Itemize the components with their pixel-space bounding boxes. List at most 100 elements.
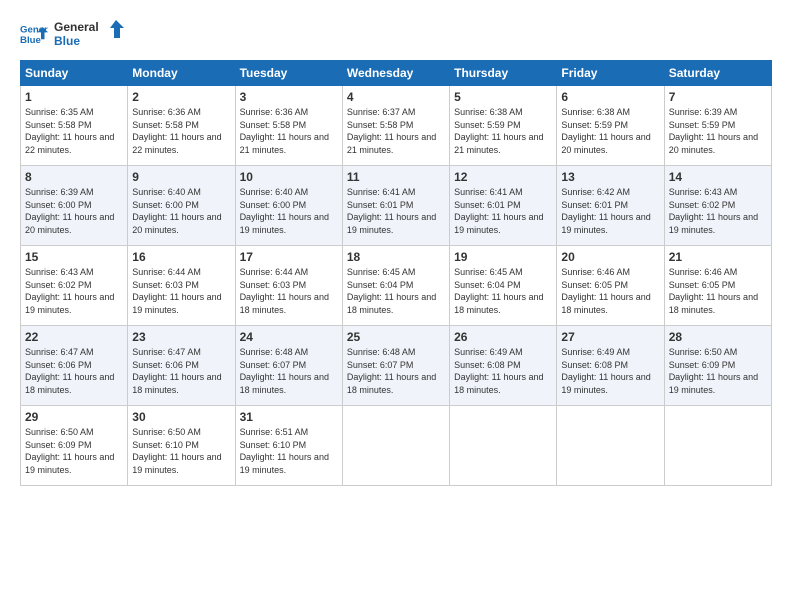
calendar-cell bbox=[342, 406, 449, 486]
cell-info: Sunrise: 6:40 AMSunset: 6:00 PMDaylight:… bbox=[240, 187, 329, 235]
calendar-header-tuesday: Tuesday bbox=[235, 61, 342, 86]
page: General Blue General Blue SundayMondayTu… bbox=[0, 0, 792, 612]
calendar-cell: 16Sunrise: 6:44 AMSunset: 6:03 PMDayligh… bbox=[128, 246, 235, 326]
calendar-cell: 7Sunrise: 6:39 AMSunset: 5:59 PMDaylight… bbox=[664, 86, 771, 166]
day-number: 31 bbox=[240, 410, 338, 424]
calendar-cell: 31 Sunrise: 6:51 AMSunset: 6:10 PMDayligh… bbox=[235, 406, 342, 486]
svg-text:Blue: Blue bbox=[54, 34, 80, 48]
day-number: 13 bbox=[561, 170, 659, 184]
cell-info: Sunrise: 6:47 AMSunset: 6:06 PMDaylight:… bbox=[25, 347, 114, 395]
calendar-cell: 21 Sunrise: 6:46 AMSunset: 6:05 PMDayligh… bbox=[664, 246, 771, 326]
svg-text:Blue: Blue bbox=[20, 35, 41, 46]
cell-info: Sunrise: 6:50 AMSunset: 6:09 PMDaylight:… bbox=[669, 347, 758, 395]
day-number: 24 bbox=[240, 330, 338, 344]
calendar-week-row: 1Sunrise: 6:35 AMSunset: 5:58 PMDaylight… bbox=[21, 86, 772, 166]
calendar-cell: 27 Sunrise: 6:49 AMSunset: 6:08 PMDayligh… bbox=[557, 326, 664, 406]
day-number: 27 bbox=[561, 330, 659, 344]
calendar-cell: 17 Sunrise: 6:44 AMSunset: 6:03 PMDayligh… bbox=[235, 246, 342, 326]
header: General Blue General Blue bbox=[20, 18, 772, 50]
day-number: 14 bbox=[669, 170, 767, 184]
cell-info: Sunrise: 6:45 AMSunset: 6:04 PMDaylight:… bbox=[347, 267, 436, 315]
day-number: 29 bbox=[25, 410, 123, 424]
cell-info: Sunrise: 6:44 AMSunset: 6:03 PMDaylight:… bbox=[240, 267, 329, 315]
calendar-cell: 28 Sunrise: 6:50 AMSunset: 6:09 PMDayligh… bbox=[664, 326, 771, 406]
cell-info: Sunrise: 6:38 AMSunset: 5:59 PMDaylight:… bbox=[454, 107, 543, 155]
calendar-cell: 24 Sunrise: 6:48 AMSunset: 6:07 PMDayligh… bbox=[235, 326, 342, 406]
calendar-cell: 8 Sunrise: 6:39 AMSunset: 6:00 PMDaylight… bbox=[21, 166, 128, 246]
calendar-week-row: 8 Sunrise: 6:39 AMSunset: 6:00 PMDaylight… bbox=[21, 166, 772, 246]
calendar-cell: 6Sunrise: 6:38 AMSunset: 5:59 PMDaylight… bbox=[557, 86, 664, 166]
calendar-cell: 15Sunrise: 6:43 AMSunset: 6:02 PMDayligh… bbox=[21, 246, 128, 326]
calendar-cell: 2 Sunrise: 6:36 AMSunset: 5:58 PMDaylight… bbox=[128, 86, 235, 166]
calendar-cell: 20 Sunrise: 6:46 AMSunset: 6:05 PMDayligh… bbox=[557, 246, 664, 326]
day-number: 17 bbox=[240, 250, 338, 264]
calendar-cell: 30Sunrise: 6:50 AMSunset: 6:10 PMDayligh… bbox=[128, 406, 235, 486]
calendar-header-monday: Monday bbox=[128, 61, 235, 86]
day-number: 11 bbox=[347, 170, 445, 184]
cell-info: Sunrise: 6:48 AMSunset: 6:07 PMDaylight:… bbox=[240, 347, 329, 395]
day-number: 1 bbox=[25, 90, 123, 104]
cell-info: Sunrise: 6:46 AMSunset: 6:05 PMDaylight:… bbox=[669, 267, 758, 315]
cell-info: Sunrise: 6:43 AMSunset: 6:02 PMDaylight:… bbox=[669, 187, 758, 235]
day-number: 19 bbox=[454, 250, 552, 264]
day-number: 20 bbox=[561, 250, 659, 264]
calendar-cell: 12Sunrise: 6:41 AMSunset: 6:01 PMDayligh… bbox=[450, 166, 557, 246]
calendar-cell: 10 Sunrise: 6:40 AMSunset: 6:00 PMDayligh… bbox=[235, 166, 342, 246]
calendar-cell bbox=[450, 406, 557, 486]
calendar-cell: 1Sunrise: 6:35 AMSunset: 5:58 PMDaylight… bbox=[21, 86, 128, 166]
calendar-cell: 9 Sunrise: 6:40 AMSunset: 6:00 PMDaylight… bbox=[128, 166, 235, 246]
cell-info: Sunrise: 6:39 AMSunset: 6:00 PMDaylight:… bbox=[25, 187, 114, 235]
cell-info: Sunrise: 6:49 AMSunset: 6:08 PMDaylight:… bbox=[454, 347, 543, 395]
calendar-header-sunday: Sunday bbox=[21, 61, 128, 86]
day-number: 7 bbox=[669, 90, 767, 104]
calendar-cell: 22 Sunrise: 6:47 AMSunset: 6:06 PMDayligh… bbox=[21, 326, 128, 406]
calendar-cell: 19Sunrise: 6:45 AMSunset: 6:04 PMDayligh… bbox=[450, 246, 557, 326]
cell-info: Sunrise: 6:49 AMSunset: 6:08 PMDaylight:… bbox=[561, 347, 650, 395]
calendar-week-row: 15Sunrise: 6:43 AMSunset: 6:02 PMDayligh… bbox=[21, 246, 772, 326]
cell-info: Sunrise: 6:47 AMSunset: 6:06 PMDaylight:… bbox=[132, 347, 221, 395]
day-number: 23 bbox=[132, 330, 230, 344]
calendar-cell: 26Sunrise: 6:49 AMSunset: 6:08 PMDayligh… bbox=[450, 326, 557, 406]
calendar-header-row: SundayMondayTuesdayWednesdayThursdayFrid… bbox=[21, 61, 772, 86]
day-number: 10 bbox=[240, 170, 338, 184]
calendar-header-saturday: Saturday bbox=[664, 61, 771, 86]
svg-text:General: General bbox=[54, 20, 99, 34]
calendar-cell: 11Sunrise: 6:41 AMSunset: 6:01 PMDayligh… bbox=[342, 166, 449, 246]
day-number: 16 bbox=[132, 250, 230, 264]
day-number: 2 bbox=[132, 90, 230, 104]
cell-info: Sunrise: 6:38 AMSunset: 5:59 PMDaylight:… bbox=[561, 107, 650, 155]
calendar-cell: 14 Sunrise: 6:43 AMSunset: 6:02 PMDayligh… bbox=[664, 166, 771, 246]
cell-info: Sunrise: 6:41 AMSunset: 6:01 PMDaylight:… bbox=[454, 187, 543, 235]
calendar-header-wednesday: Wednesday bbox=[342, 61, 449, 86]
cell-info: Sunrise: 6:37 AMSunset: 5:58 PMDaylight:… bbox=[347, 107, 436, 155]
day-number: 18 bbox=[347, 250, 445, 264]
calendar-table: SundayMondayTuesdayWednesdayThursdayFrid… bbox=[20, 60, 772, 486]
cell-info: Sunrise: 6:36 AMSunset: 5:58 PMDaylight:… bbox=[240, 107, 329, 155]
calendar-week-row: 22 Sunrise: 6:47 AMSunset: 6:06 PMDayligh… bbox=[21, 326, 772, 406]
calendar-cell: 23 Sunrise: 6:47 AMSunset: 6:06 PMDayligh… bbox=[128, 326, 235, 406]
calendar-cell: 18 Sunrise: 6:45 AMSunset: 6:04 PMDayligh… bbox=[342, 246, 449, 326]
calendar-header-thursday: Thursday bbox=[450, 61, 557, 86]
logo-svg: General Blue bbox=[54, 18, 124, 50]
day-number: 22 bbox=[25, 330, 123, 344]
day-number: 28 bbox=[669, 330, 767, 344]
day-number: 8 bbox=[25, 170, 123, 184]
calendar-cell: 3Sunrise: 6:36 AMSunset: 5:58 PMDaylight… bbox=[235, 86, 342, 166]
day-number: 5 bbox=[454, 90, 552, 104]
day-number: 9 bbox=[132, 170, 230, 184]
cell-info: Sunrise: 6:46 AMSunset: 6:05 PMDaylight:… bbox=[561, 267, 650, 315]
logo: General Blue General Blue bbox=[20, 18, 124, 50]
day-number: 21 bbox=[669, 250, 767, 264]
day-number: 30 bbox=[132, 410, 230, 424]
cell-info: Sunrise: 6:40 AMSunset: 6:00 PMDaylight:… bbox=[132, 187, 221, 235]
logo-icon: General Blue bbox=[20, 20, 48, 48]
calendar-header-friday: Friday bbox=[557, 61, 664, 86]
calendar-cell: 5 Sunrise: 6:38 AMSunset: 5:59 PMDaylight… bbox=[450, 86, 557, 166]
cell-info: Sunrise: 6:36 AMSunset: 5:58 PMDaylight:… bbox=[132, 107, 221, 155]
day-number: 4 bbox=[347, 90, 445, 104]
calendar-cell: 13Sunrise: 6:42 AMSunset: 6:01 PMDayligh… bbox=[557, 166, 664, 246]
cell-info: Sunrise: 6:51 AMSunset: 6:10 PMDaylight:… bbox=[240, 427, 329, 475]
calendar-week-row: 29Sunrise: 6:50 AMSunset: 6:09 PMDayligh… bbox=[21, 406, 772, 486]
calendar-cell: 29Sunrise: 6:50 AMSunset: 6:09 PMDayligh… bbox=[21, 406, 128, 486]
calendar-cell: 4 Sunrise: 6:37 AMSunset: 5:58 PMDaylight… bbox=[342, 86, 449, 166]
